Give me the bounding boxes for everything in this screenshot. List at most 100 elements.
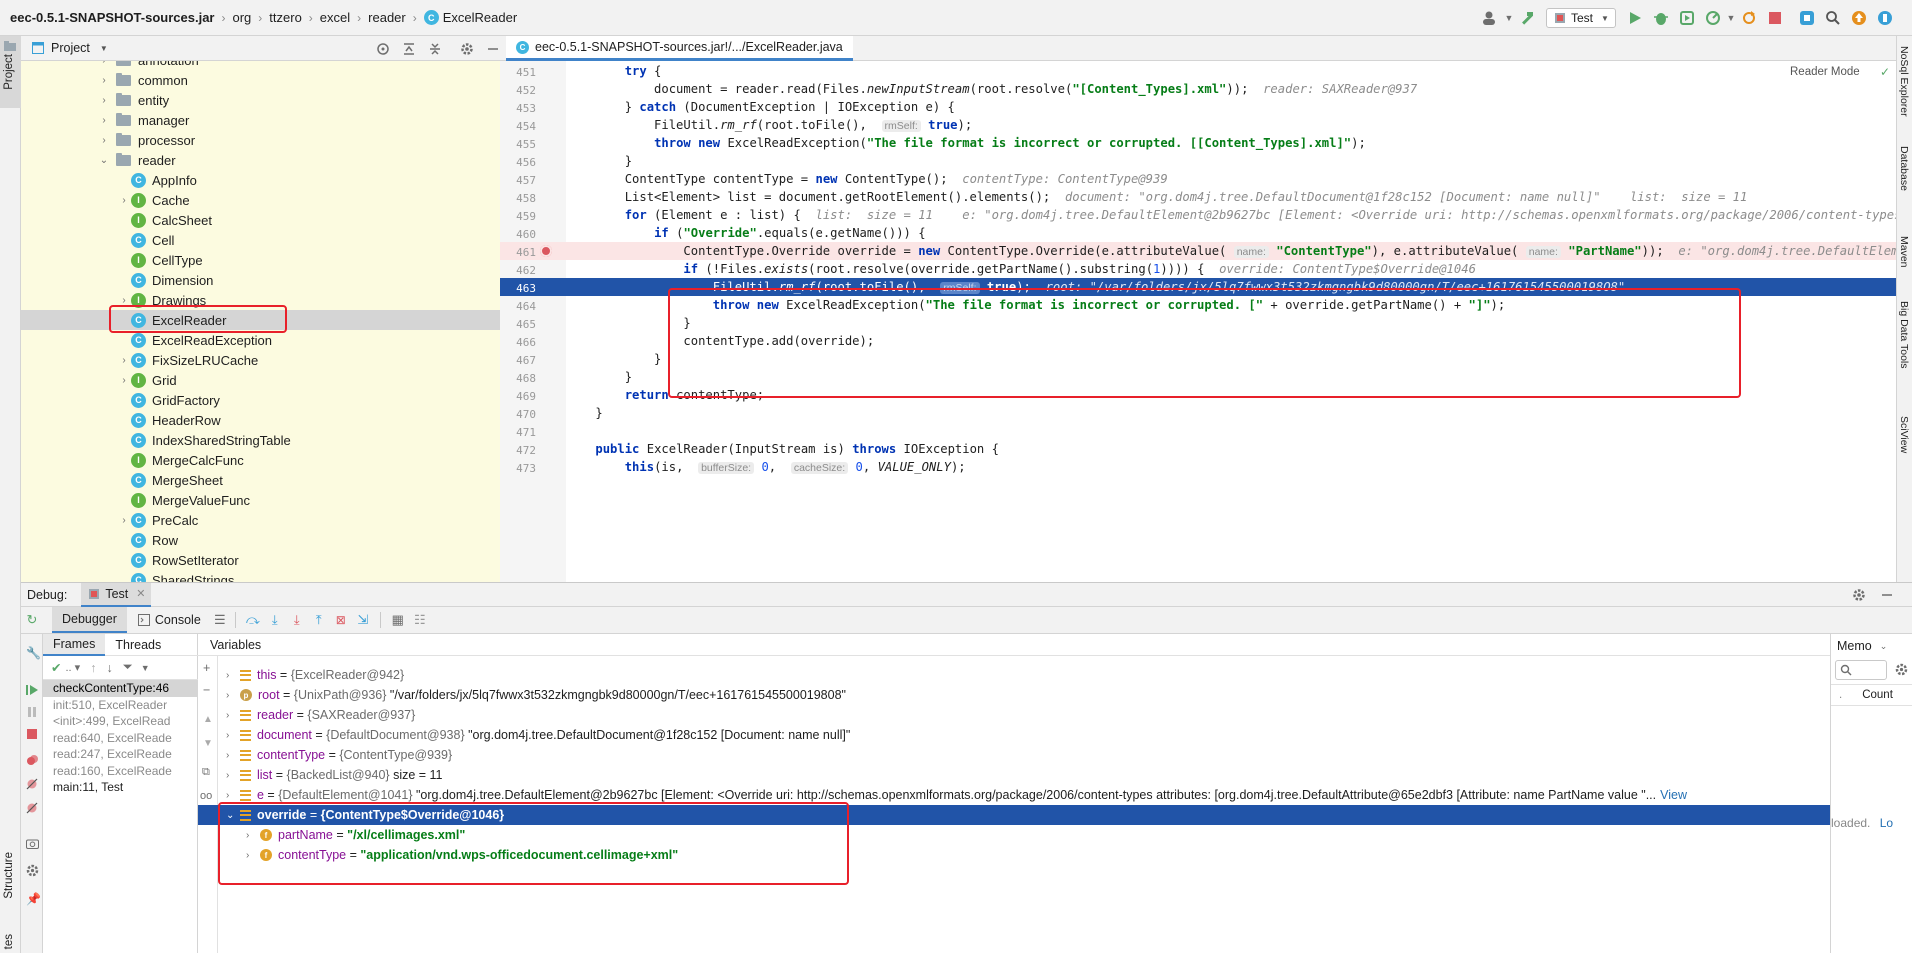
update-icon[interactable] bbox=[1848, 7, 1870, 29]
tree-item-annotation[interactable]: › annotation bbox=[21, 61, 500, 70]
tree-item-dimension[interactable]: C Dimension bbox=[21, 270, 500, 290]
chevron-right-icon[interactable]: › bbox=[226, 790, 240, 801]
profile-icon[interactable] bbox=[1702, 7, 1724, 29]
chevron-down-icon[interactable]: ▼ bbox=[1726, 13, 1736, 23]
breakpoint-line[interactable]: ContentType.Override override = new Cont… bbox=[566, 242, 1896, 260]
chevron-right-icon[interactable]: › bbox=[226, 730, 240, 741]
run-config-selector[interactable]: Test ▼ bbox=[1546, 8, 1616, 28]
code-line[interactable]: } bbox=[566, 152, 1896, 170]
chevron-right-icon[interactable]: › bbox=[97, 135, 111, 146]
variable-row[interactable]: › list = {BackedList@940} size = 11 bbox=[198, 765, 1830, 785]
force-step-into-icon[interactable]: ⤓ bbox=[286, 612, 308, 628]
breadcrumb-excel[interactable]: excel bbox=[320, 10, 350, 25]
tree-item-precalc[interactable]: › C PreCalc bbox=[21, 510, 500, 530]
drop-frame-icon[interactable]: ⊠ bbox=[330, 613, 352, 627]
chevron-right-icon[interactable]: › bbox=[97, 75, 111, 86]
breadcrumb-excelreader[interactable]: ExcelReader bbox=[443, 10, 517, 25]
tree-item-celltype[interactable]: I CellType bbox=[21, 250, 500, 270]
mute-breakpoints-icon[interactable] bbox=[26, 778, 38, 793]
variable-row[interactable]: › document = {DefaultDocument@938} "org.d… bbox=[198, 725, 1830, 745]
code-line[interactable]: FileUtil.rm_rf(root.toFile(), rmSelf: tr… bbox=[566, 116, 1896, 134]
tree-item-cache[interactable]: › I Cache bbox=[21, 190, 500, 210]
step-out-icon[interactable]: ⤒ bbox=[308, 612, 330, 628]
gear-icon[interactable] bbox=[1851, 587, 1867, 603]
tree-item-reader[interactable]: ⌄ reader bbox=[21, 150, 500, 170]
chevron-right-icon[interactable]: › bbox=[226, 710, 240, 721]
pin-icon[interactable]: 📌 bbox=[26, 892, 41, 906]
chevron-down-icon[interactable]: ▼ bbox=[100, 44, 108, 53]
chevron-down-icon[interactable]: ⌄ bbox=[97, 155, 111, 166]
tree-item-row[interactable]: C Row bbox=[21, 530, 500, 550]
arrow-up-icon[interactable]: ↑ bbox=[90, 661, 96, 675]
frames-tab[interactable]: Frames bbox=[43, 633, 106, 656]
code-line[interactable]: if ("Override".equals(e.getName())) { bbox=[566, 224, 1896, 242]
tree-item-sharedstrings[interactable]: C SharedStrings bbox=[21, 570, 500, 582]
stack-frame[interactable]: <init>:499, ExcelRead bbox=[43, 713, 198, 730]
view-breakpoints-icon[interactable] bbox=[26, 754, 38, 769]
thread-dropdown[interactable]: .. ▾ bbox=[65, 661, 80, 674]
tree-item-entity[interactable]: › entity bbox=[21, 90, 500, 110]
load-classes-link[interactable]: Lo bbox=[1880, 816, 1893, 830]
editor-tab[interactable]: C eec-0.5.1-SNAPSHOT-sources.jar!/.../Ex… bbox=[506, 36, 853, 61]
chevron-right-icon[interactable]: › bbox=[226, 770, 240, 781]
expand-all-icon[interactable] bbox=[398, 38, 420, 60]
gear-icon[interactable] bbox=[26, 864, 39, 880]
gear-icon[interactable] bbox=[456, 38, 478, 60]
threads-tab[interactable]: Threads bbox=[105, 638, 171, 652]
tab-console[interactable]: Console bbox=[127, 607, 211, 633]
debug-session-tab[interactable]: Test ✕ bbox=[81, 582, 152, 607]
thread-check-icon[interactable]: ✔ bbox=[51, 660, 61, 675]
debug-bug-icon[interactable] bbox=[1650, 7, 1672, 29]
collapse-all-icon[interactable] bbox=[424, 38, 446, 60]
arrow-down-icon[interactable]: ↓ bbox=[106, 661, 112, 675]
tree-item-mergevaluefunc[interactable]: I MergeValueFunc bbox=[21, 490, 500, 510]
chevron-right-icon[interactable]: › bbox=[97, 95, 111, 106]
project-tool-button[interactable]: Project bbox=[0, 36, 21, 108]
variable-row[interactable]: › p root = {UnixPath@936} "/var/folders/jx… bbox=[198, 685, 1830, 705]
tree-item-mergesheet[interactable]: C MergeSheet bbox=[21, 470, 500, 490]
chevron-down-icon[interactable]: ▼ bbox=[141, 663, 150, 673]
project-panel-title[interactable]: Project bbox=[51, 41, 90, 55]
wrench-icon[interactable]: 🔧 bbox=[26, 646, 41, 660]
breakpoint-icon[interactable] bbox=[540, 245, 552, 257]
chevron-right-icon[interactable]: › bbox=[226, 670, 240, 681]
code-line[interactable]: } bbox=[566, 404, 1896, 422]
chevron-right-icon[interactable]: › bbox=[226, 690, 240, 701]
exception-breakpoint-icon[interactable] bbox=[26, 802, 38, 817]
locate-icon[interactable] bbox=[372, 38, 394, 60]
memory-search-input[interactable] bbox=[1835, 660, 1887, 680]
chevron-right-icon[interactable]: › bbox=[117, 295, 131, 306]
gear-icon[interactable] bbox=[1895, 663, 1908, 679]
view-link[interactable]: View bbox=[1660, 788, 1687, 802]
tree-item-excelreadexception[interactable]: C ExcelReadException bbox=[21, 330, 500, 350]
project-structure-icon[interactable] bbox=[1796, 7, 1818, 29]
build-hammer-icon[interactable] bbox=[1516, 7, 1538, 29]
chevron-right-icon[interactable]: › bbox=[97, 115, 111, 126]
hide-panel-icon[interactable] bbox=[1879, 587, 1895, 603]
stack-frame[interactable]: checkContentType:46 bbox=[43, 680, 198, 697]
variable-row[interactable]: › this = {ExcelReader@942} bbox=[198, 665, 1830, 685]
trace-icon[interactable]: ☷ bbox=[409, 612, 431, 628]
tree-item-cell[interactable]: C Cell bbox=[21, 230, 500, 250]
camera-icon[interactable] bbox=[26, 838, 39, 852]
code-line[interactable] bbox=[566, 422, 1896, 440]
tree-item-grid[interactable]: › I Grid bbox=[21, 370, 500, 390]
rerun-icon[interactable]: ↻ bbox=[24, 612, 40, 628]
code-line[interactable]: public ExcelReader(InputStream is) throw… bbox=[566, 440, 1896, 458]
stack-frame[interactable]: read:160, ExcelReade bbox=[43, 763, 198, 780]
code-line[interactable]: } catch (DocumentException | IOException… bbox=[566, 98, 1896, 116]
close-icon[interactable]: ✕ bbox=[136, 587, 145, 600]
coverage-icon[interactable] bbox=[1676, 7, 1698, 29]
chevron-down-icon[interactable]: ▼ bbox=[1504, 13, 1514, 23]
count-column-header[interactable]: Count bbox=[1862, 689, 1893, 701]
search-icon[interactable] bbox=[1822, 7, 1844, 29]
stop-icon[interactable] bbox=[26, 728, 38, 743]
variable-row[interactable]: › contentType = {ContentType@939} bbox=[198, 745, 1830, 765]
tree-item-processor[interactable]: › processor bbox=[21, 130, 500, 150]
code-line[interactable]: for (Element e : list) { list: size = 11… bbox=[566, 206, 1896, 224]
breadcrumb-ttzero[interactable]: ttzero bbox=[269, 10, 302, 25]
chevron-right-icon[interactable]: › bbox=[117, 195, 131, 206]
plugin-icon[interactable] bbox=[1874, 7, 1896, 29]
tree-item-fixsizelrucache[interactable]: › C FixSizeLRUCache bbox=[21, 350, 500, 370]
tab-debugger[interactable]: Debugger bbox=[52, 607, 127, 633]
